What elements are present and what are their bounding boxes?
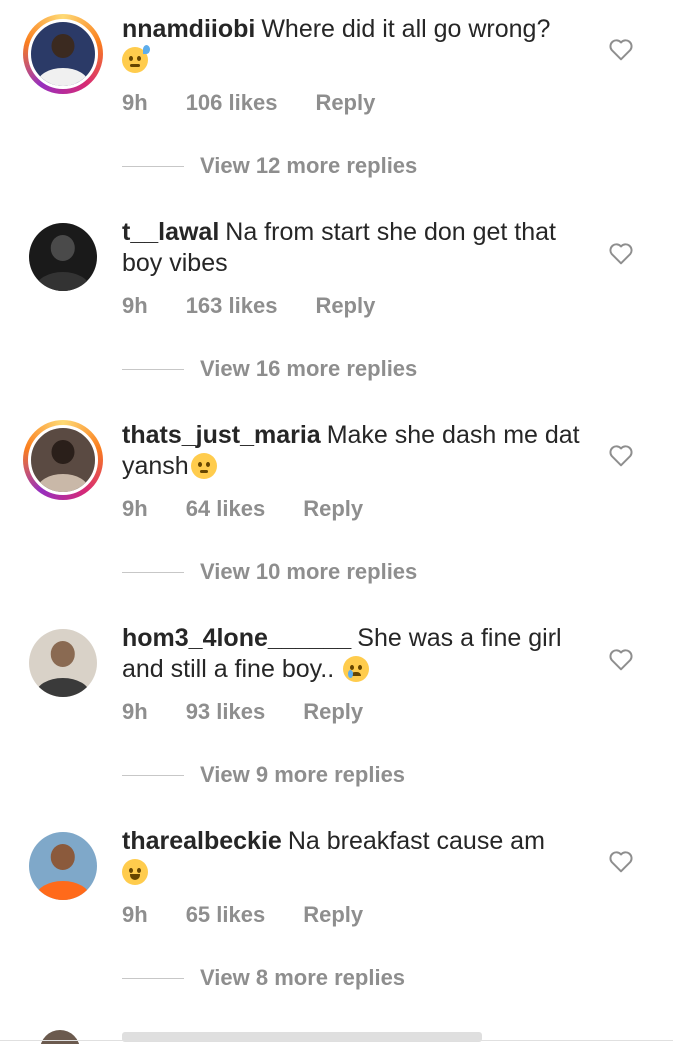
crying-face-emoji [343,656,370,682]
divider [0,1040,673,1041]
comment-meta: 9h 106 likes Reply [122,90,413,116]
view-replies-label: View 9 more replies [200,762,406,787]
comment-time: 9h [122,699,148,724]
comment-likes[interactable]: 65 likes [186,902,266,928]
avatar-container[interactable] [23,217,103,297]
tears-of-joy-emoji [122,859,148,885]
comment-meta: 9h 163 likes Reply [122,293,413,319]
view-more-replies[interactable]: View 10 more replies [122,559,417,585]
replies-divider [122,368,184,370]
reply-button[interactable]: Reply [315,90,375,116]
comment-item-partial [0,1030,673,1044]
view-replies-label: View 16 more replies [200,356,418,381]
comment-likes[interactable]: 64 likes [186,496,266,522]
reply-button[interactable]: Reply [303,699,363,725]
comment-username[interactable]: t__lawal [122,218,219,246]
unamused-face-emoji [190,453,217,479]
comment-meta: 9h 93 likes Reply [122,699,401,725]
replies-divider [122,774,184,776]
comment-meta: 9h 64 likes Reply [122,496,401,522]
heart-outline-icon[interactable] [608,647,634,671]
replies-divider [122,977,184,979]
comment-likes[interactable]: 106 likes [186,90,278,116]
avatar-story-ring[interactable] [23,420,103,500]
comment-likes[interactable]: 163 likes [186,293,278,319]
avatar-container[interactable] [23,623,103,703]
comment-text-block: t__lawal Na from start she don get that b… [122,217,592,279]
comment-time: 9h [122,902,148,927]
comment-username[interactable]: hom3_4lone______ [122,624,351,652]
comment-text: Na breakfast cause am [287,827,545,855]
reply-button[interactable]: Reply [303,496,363,522]
comment-text-block: hom3_4lone______ She was a fine girl and … [122,623,592,685]
heart-outline-icon[interactable] [608,849,634,873]
view-more-replies[interactable]: View 9 more replies [122,762,405,788]
comment-text-block: tharealbeckie Na breakfast cause am [122,826,592,888]
comment-text-block: nnamdiiobi Where did it all go wrong? [122,14,592,76]
reply-button[interactable]: Reply [315,293,375,319]
heart-outline-icon[interactable] [608,241,634,265]
avatar [28,425,98,495]
view-replies-label: View 10 more replies [200,559,418,584]
view-replies-label: View 12 more replies [200,153,418,178]
comment-text-block: thats_just_maria Make she dash me dat yan… [122,420,592,482]
comment-item: t__lawal Na from start she don get that b… [0,203,673,406]
comment-time: 9h [122,293,148,318]
avatar [29,832,97,900]
comment-username[interactable]: tharealbeckie [122,827,282,855]
comment-username[interactable]: thats_just_maria [122,421,321,449]
comment-meta: 9h 65 likes Reply [122,902,401,928]
comment-username[interactable]: nnamdiiobi [122,15,255,43]
comment-text: Where did it all go wrong? [261,15,551,43]
downcast-sweat-emoji [122,45,150,73]
reply-button[interactable]: Reply [303,902,363,928]
comment-item: thats_just_maria Make she dash me dat yan… [0,406,673,609]
replies-divider [122,165,184,167]
avatar [29,629,97,697]
avatar-story-ring[interactable] [23,14,103,94]
view-more-replies[interactable]: View 12 more replies [122,153,417,179]
view-more-replies[interactable]: View 8 more replies [122,965,405,991]
comment-time: 9h [122,90,148,115]
heart-outline-icon[interactable] [608,443,634,467]
heart-outline-icon[interactable] [608,37,634,61]
avatar[interactable] [40,1030,80,1044]
avatar-container[interactable] [23,826,103,906]
comment-item: nnamdiiobi Where did it all go wrong? 9h … [0,0,673,203]
comment-time: 9h [122,496,148,521]
view-replies-label: View 8 more replies [200,965,406,990]
replies-divider [122,571,184,573]
avatar [29,223,97,291]
comment-item: hom3_4lone______ She was a fine girl and … [0,609,673,812]
comment-item: tharealbeckie Na breakfast cause am 9h 65… [0,812,673,1015]
view-more-replies[interactable]: View 16 more replies [122,356,417,382]
avatar [28,19,98,89]
comment-likes[interactable]: 93 likes [186,699,266,725]
